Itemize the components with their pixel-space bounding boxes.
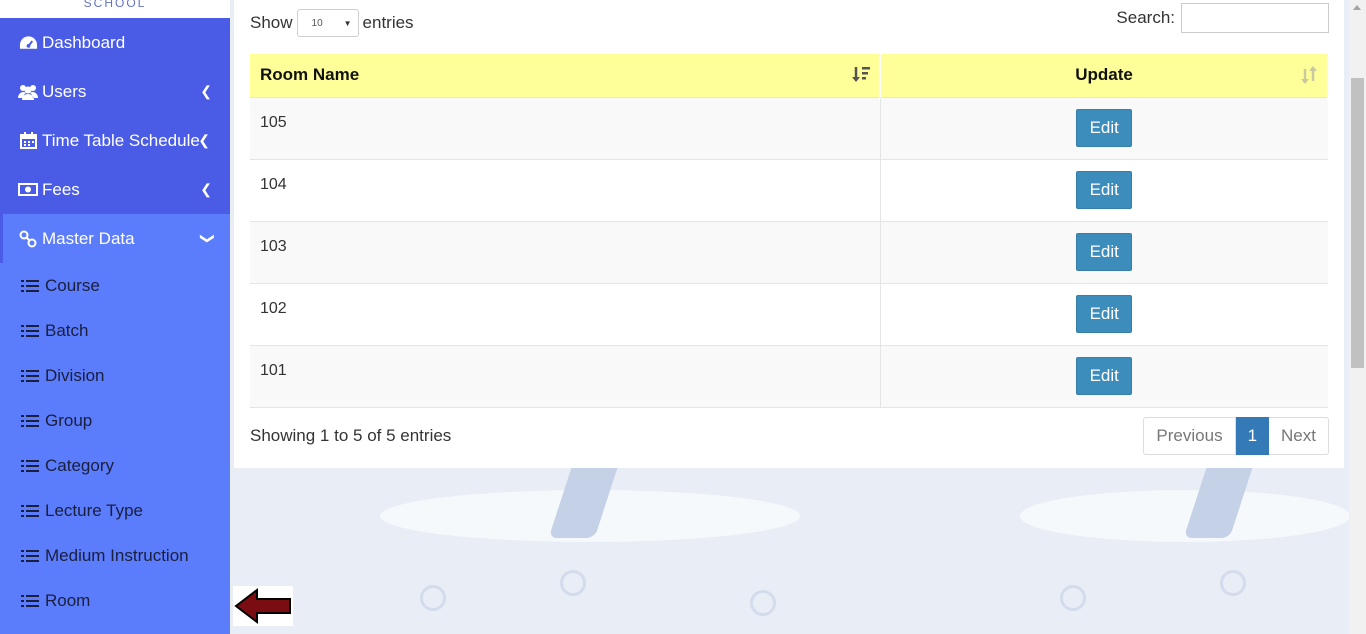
sidebar-item-fees[interactable]: Fees ❮: [0, 165, 230, 214]
sort-both-icon: [1299, 65, 1319, 90]
search-control: Search:: [1116, 3, 1329, 33]
page-size-control: Show 10 ▼ entries: [250, 9, 414, 37]
room-name-cell: 105: [250, 96, 881, 159]
submenu-item-division[interactable]: Division: [0, 353, 230, 398]
page-size-value: 10: [311, 17, 323, 29]
table-row: 101 Edit: [250, 344, 1328, 408]
list-icon: [21, 549, 39, 563]
sidebar-item-label: Fees: [42, 179, 80, 199]
sort-desc-icon: [851, 65, 871, 90]
page-size-select[interactable]: 10 ▼: [296, 9, 359, 37]
pointer-arrow-icon: [233, 586, 293, 626]
list-icon: [21, 324, 39, 338]
submenu-item-lecture-type[interactable]: Lecture Type: [0, 488, 230, 533]
room-table: Room Name Update 105 Edit 104 Edit 103 E…: [250, 54, 1329, 408]
submenu-label: Room: [45, 590, 91, 610]
sidebar-item-time-table-schedule[interactable]: Time Table Schedule ❮: [0, 116, 230, 165]
submenu-label: Category: [45, 455, 114, 475]
logo-text: SCHOOL: [0, 0, 230, 18]
room-name-cell: 103: [250, 220, 881, 283]
submenu-label: Course: [45, 275, 100, 295]
page-1-button[interactable]: 1: [1235, 417, 1270, 455]
room-name-cell: 104: [250, 158, 881, 221]
edit-button[interactable]: Edit: [1076, 109, 1133, 147]
table-row: 102 Edit: [250, 282, 1328, 345]
sidebar-item-master-data[interactable]: Master Data ❮: [0, 214, 230, 263]
pagination: Previous 1 Next: [1143, 417, 1329, 455]
column-header-room-name[interactable]: Room Name: [250, 54, 881, 97]
list-icon: [21, 504, 39, 518]
list-icon: [21, 594, 39, 608]
edit-button[interactable]: Edit: [1076, 233, 1133, 271]
sidebar-item-label: Time Table Schedule: [42, 130, 200, 150]
submenu-item-room[interactable]: Room: [0, 578, 230, 623]
list-icon: [21, 414, 39, 428]
sidebar-item-label: Dashboard: [42, 32, 126, 52]
sidebar-item-dashboard[interactable]: Dashboard: [0, 18, 230, 67]
users-icon: [17, 84, 39, 100]
submenu-label: Division: [45, 365, 105, 385]
caret-down-icon: ▼: [343, 18, 352, 28]
search-label: Search:: [1116, 8, 1175, 27]
table-row: 103 Edit: [250, 220, 1328, 283]
vertical-scrollbar[interactable]: [1349, 0, 1366, 634]
edit-button[interactable]: Edit: [1076, 357, 1133, 395]
sidebar: SCHOOL Dashboard Users ❮ Time Table Sche…: [0, 0, 230, 634]
previous-page-button[interactable]: Previous: [1143, 417, 1236, 455]
show-label: Show: [250, 13, 293, 32]
column-header-label: Update: [1075, 65, 1133, 85]
link-icon: [17, 230, 39, 248]
money-icon: [17, 183, 39, 196]
sidebar-item-label: Users: [42, 81, 87, 101]
table-row: 104 Edit: [250, 158, 1328, 221]
table-row: 105 Edit: [250, 96, 1328, 159]
sidebar-item-users[interactable]: Users ❮: [0, 67, 230, 116]
sidebar-item-label: Master Data: [42, 228, 135, 248]
master-data-submenu: Course Batch Division Group Category Lec…: [0, 263, 230, 623]
submenu-item-category[interactable]: Category: [0, 443, 230, 488]
list-icon: [21, 279, 39, 293]
edit-button[interactable]: Edit: [1076, 171, 1133, 209]
list-icon: [21, 369, 39, 383]
chevron-left-icon: ❮: [200, 181, 212, 197]
submenu-item-medium-instruction[interactable]: Medium Instruction: [0, 533, 230, 578]
next-page-button[interactable]: Next: [1269, 417, 1329, 455]
dashboard-icon: [17, 35, 39, 51]
room-list-card: Show 10 ▼ entries Search: Room Name Upda…: [234, 0, 1344, 468]
submenu-label: Group: [45, 410, 93, 430]
column-header-update[interactable]: Update: [880, 54, 1329, 97]
entries-label: entries: [362, 13, 414, 32]
submenu-item-batch[interactable]: Batch: [0, 308, 230, 353]
scroll-up-icon[interactable]: [1353, 5, 1361, 10]
scrollbar-thumb[interactable]: [1351, 78, 1364, 368]
room-name-cell: 102: [250, 282, 881, 345]
edit-button[interactable]: Edit: [1076, 295, 1133, 333]
chevron-down-icon: ❮: [197, 232, 214, 245]
submenu-item-group[interactable]: Group: [0, 398, 230, 443]
column-header-label: Room Name: [260, 65, 360, 85]
chevron-left-icon: ❮: [200, 83, 212, 99]
submenu-item-course[interactable]: Course: [0, 263, 230, 308]
submenu-label: Batch: [45, 320, 89, 340]
chevron-left-icon: ❮: [198, 132, 210, 148]
search-input[interactable]: [1181, 3, 1329, 33]
table-info: Showing 1 to 5 of 5 entries: [250, 426, 452, 445]
submenu-label: Medium Instruction: [45, 545, 189, 565]
room-name-cell: 101: [250, 344, 881, 408]
submenu-label: Lecture Type: [45, 500, 143, 520]
calendar-icon: [17, 132, 39, 149]
list-icon: [21, 459, 39, 473]
